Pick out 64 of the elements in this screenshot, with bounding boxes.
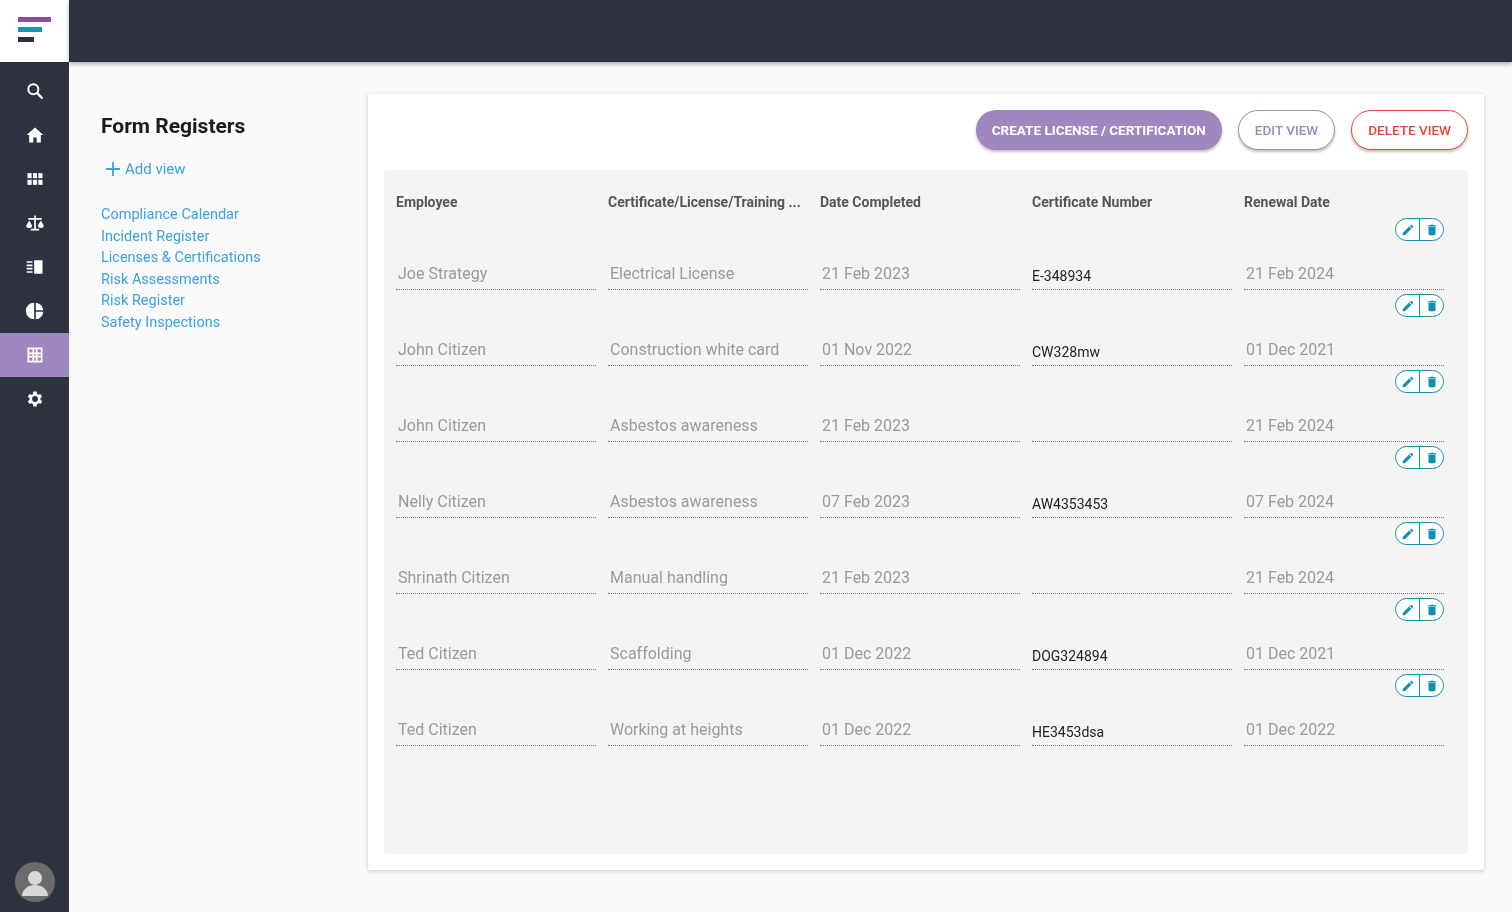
create-button[interactable]: CREATE LICENSE / CERTIFICATION xyxy=(975,110,1222,150)
table-cell: 21 Feb 2024 xyxy=(1244,263,1444,290)
column-header: Renewal Date xyxy=(1244,194,1331,212)
pencil-icon xyxy=(1400,602,1415,617)
table-cell: 21 Feb 2024 xyxy=(1244,415,1444,442)
search-icon xyxy=(24,81,45,101)
table-cell: Joe Strategy xyxy=(396,263,596,290)
table-cell: Electrical License xyxy=(608,263,808,290)
table-cell: 21 Feb 2023 xyxy=(820,567,1020,594)
table-cell: 21 Feb 2023 xyxy=(820,415,1020,442)
table-cell: Nelly Citizen xyxy=(396,491,596,518)
table-cell: AW4353453 xyxy=(1032,491,1232,518)
table-cell: Asbestos awareness xyxy=(608,491,808,518)
pie-chart-icon xyxy=(24,301,45,321)
table-cell: 01 Dec 2022 xyxy=(820,643,1020,670)
table-cell: Working at heights xyxy=(608,719,808,746)
pencil-icon xyxy=(1400,526,1415,541)
add-view-link[interactable]: Add view xyxy=(106,160,186,178)
pencil-icon xyxy=(1400,222,1415,237)
table-cell: Construction white card xyxy=(608,339,808,366)
table-cell: Manual handling xyxy=(608,567,808,594)
table-cell: E-348934 xyxy=(1032,263,1232,290)
delete-view-button[interactable]: DELETE VIEW xyxy=(1351,110,1468,150)
table-cell: Ted Citizen xyxy=(396,719,596,746)
table-cell: Ted Citizen xyxy=(396,643,596,670)
pencil-icon xyxy=(1400,450,1415,465)
table-cell: 21 Feb 2024 xyxy=(1244,567,1444,594)
table-cell: HE3453dsa xyxy=(1032,719,1232,746)
edit-view-button[interactable]: EDIT VIEW xyxy=(1237,110,1336,150)
column-header: Certificate/License/Training ... xyxy=(608,194,802,212)
register-link[interactable]: Licenses & Certifications xyxy=(101,247,368,269)
table-cell: CW328mw xyxy=(1032,339,1232,366)
home-icon xyxy=(24,125,45,145)
panel-title: Form Registers xyxy=(101,114,247,138)
table-cell: 07 Feb 2024 xyxy=(1244,491,1444,518)
table-cell: 07 Feb 2023 xyxy=(820,491,1020,518)
table-cell: 21 Feb 2023 xyxy=(820,263,1020,290)
table-cell: Shrinath Citizen xyxy=(396,567,596,594)
register-link[interactable]: Risk Register xyxy=(101,290,368,312)
table-cell: 01 Dec 2021 xyxy=(1244,643,1444,670)
register-link[interactable]: Risk Assessments xyxy=(101,268,368,290)
list-icon xyxy=(24,257,45,277)
table-cell: Asbestos awareness xyxy=(608,415,808,442)
logo-icon[interactable] xyxy=(0,0,69,62)
register-link[interactable]: Safety Inspections xyxy=(101,311,368,333)
column-header: Employee xyxy=(396,194,459,212)
pencil-icon xyxy=(1400,374,1415,389)
column-header: Date Completed xyxy=(820,194,922,212)
avatar[interactable] xyxy=(14,862,55,902)
table-cell: 01 Dec 2021 xyxy=(1244,339,1444,366)
column-header: Certificate Number xyxy=(1032,194,1154,212)
table-cell: John Citizen xyxy=(396,415,596,442)
register-link[interactable]: Incident Register xyxy=(101,225,368,247)
table-cell: 01 Dec 2022 xyxy=(820,719,1020,746)
register-link[interactable]: Compliance Calendar xyxy=(101,204,368,226)
table-cell: 01 Dec 2022 xyxy=(1244,719,1444,746)
table-cell: DOG324894 xyxy=(1032,643,1232,670)
pencil-icon xyxy=(1400,678,1415,693)
scale-icon xyxy=(24,213,45,233)
plus-icon xyxy=(106,162,120,176)
table-cell: 01 Nov 2022 xyxy=(820,339,1020,366)
table-cell: John Citizen xyxy=(396,339,596,366)
table-cell: Scaffolding xyxy=(608,643,808,670)
pencil-icon xyxy=(1400,298,1415,313)
